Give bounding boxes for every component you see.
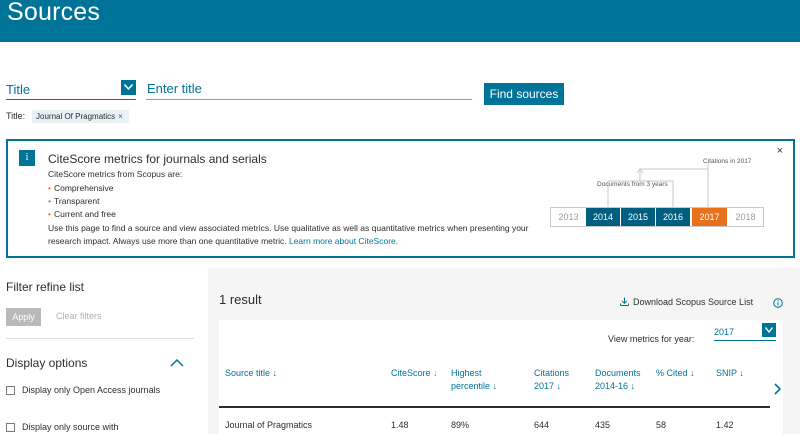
search-row: Title Find sources — [0, 76, 800, 106]
documents-label: Documents from 3 years — [597, 181, 668, 188]
bullet-icon: • — [48, 183, 51, 193]
column-header-highest-percentile[interactable]: Highest percentile ↓ — [451, 367, 497, 393]
bullet-item: • Current and free — [48, 209, 116, 219]
sort-arrow-icon: ↓ — [630, 381, 636, 391]
view-metrics-label: View metrics for year: — [608, 334, 695, 344]
page-header: Sources — [0, 0, 800, 42]
citescore-info-panel: i CiteScore metrics for journals and ser… — [6, 139, 795, 258]
column-header-percent-cited[interactable]: % Cited ↓ — [656, 367, 695, 380]
filter-chip[interactable]: Journal Of Pragmatics × — [32, 110, 129, 123]
search-field-select-value: Title — [6, 82, 31, 97]
citations-label: Citations in 2017 — [703, 158, 752, 165]
year-cell-2017: 2017 — [692, 208, 727, 226]
cell-citescore: 1.48 — [391, 420, 409, 430]
bullet-icon: • — [48, 209, 51, 219]
metrics-year-select[interactable]: 2017 — [714, 323, 776, 341]
result-count: 1 result — [219, 292, 262, 307]
column-header-citescore[interactable]: CiteScore ↓ — [391, 367, 438, 380]
cell-documents: 435 — [595, 420, 611, 430]
info-panel-description: Use this page to find a source and view … — [48, 223, 529, 246]
active-filter-label: Title: — [6, 111, 26, 121]
source-with-checkbox[interactable] — [6, 423, 15, 432]
source-title-link[interactable]: Journal of Pragmatics — [225, 420, 312, 430]
page-title: Sources — [7, 0, 101, 26]
year-cell-2016: 2016 — [656, 208, 691, 226]
display-options-heading[interactable]: Display options — [6, 356, 87, 370]
year-cell-2014: 2014 — [586, 208, 621, 226]
year-cell-2018: 2018 — [735, 212, 756, 222]
bullet-icon: • — [48, 196, 51, 206]
info-panel-subtitle: CiteScore metrics from Scopus are: — [48, 169, 183, 179]
chevron-down-icon[interactable] — [121, 80, 136, 95]
table-header-rule — [219, 406, 770, 408]
metrics-year-value: 2017 — [714, 327, 735, 337]
open-access-checkbox-label: Display only Open Access journals — [22, 385, 161, 395]
year-cell-2015: 2015 — [621, 208, 656, 226]
source-with-checkbox-label: Display only source with — [22, 422, 119, 432]
close-icon[interactable]: × — [777, 145, 783, 157]
info-panel-title: CiteScore metrics for journals and seria… — [48, 152, 267, 166]
info-panel-bullets: • Comprehensive • Transparent • Current and… — [48, 182, 116, 221]
filter-title: Filter refine list — [6, 280, 85, 294]
column-header-documents[interactable]: Documents 2014-16 ↓ — [595, 367, 641, 393]
results-panel: 1 result Download Scopus Source List Vie… — [208, 268, 800, 434]
learn-more-link[interactable]: Learn more about CiteScore. — [289, 236, 398, 246]
clear-filters-button[interactable]: Clear filters — [56, 311, 102, 321]
filter-chip-label: Journal Of Pragmatics — [36, 112, 116, 121]
bullet-item: • Comprehensive — [48, 183, 114, 193]
cell-highest-percentile: 89% — [451, 420, 470, 430]
title-search-input[interactable] — [146, 77, 472, 100]
sort-arrow-icon: ↓ — [690, 368, 695, 378]
apply-button[interactable]: Apply — [6, 308, 41, 326]
bullet-item: • Transparent — [48, 196, 100, 206]
open-access-checkbox[interactable] — [6, 386, 15, 395]
sort-arrow-icon: ↓ — [272, 368, 278, 378]
column-header-citations[interactable]: Citations 2017 ↓ — [534, 367, 569, 393]
divider — [6, 338, 194, 339]
year-strip: 2013 2014 2015 2016 2017 2018 — [550, 207, 764, 227]
sort-arrow-icon: ↓ — [492, 381, 498, 391]
find-sources-button[interactable]: Find sources — [484, 83, 564, 105]
search-field-select[interactable]: Title — [6, 78, 136, 100]
column-header-source-title[interactable]: Source title ↓ — [225, 367, 277, 380]
sort-arrow-icon: ↓ — [739, 368, 744, 378]
filter-sidebar: Filter refine list Apply Clear filters D… — [0, 268, 200, 434]
column-header-snip[interactable]: SNIP ↓ — [716, 367, 744, 380]
info-icon: i — [19, 150, 35, 166]
cell-citations: 644 — [534, 420, 550, 430]
close-icon[interactable]: × — [118, 112, 123, 121]
chevron-down-icon[interactable] — [762, 323, 776, 337]
info-icon[interactable] — [773, 298, 783, 308]
results-table: View metrics for year: 2017 Source title… — [219, 320, 783, 434]
year-cell-2013: 2013 — [558, 212, 579, 222]
download-label: Download Scopus Source List — [633, 297, 754, 307]
sort-arrow-icon: ↓ — [556, 381, 562, 391]
cell-snip: 1.42 — [716, 420, 734, 430]
sort-arrow-icon: ↓ — [433, 368, 438, 378]
chevron-up-icon[interactable] — [170, 358, 184, 367]
download-icon — [620, 297, 629, 306]
scroll-right-icon[interactable] — [772, 377, 783, 401]
cell-percent-cited: 58 — [656, 420, 667, 430]
download-source-list-link[interactable]: Download Scopus Source List — [620, 297, 753, 307]
